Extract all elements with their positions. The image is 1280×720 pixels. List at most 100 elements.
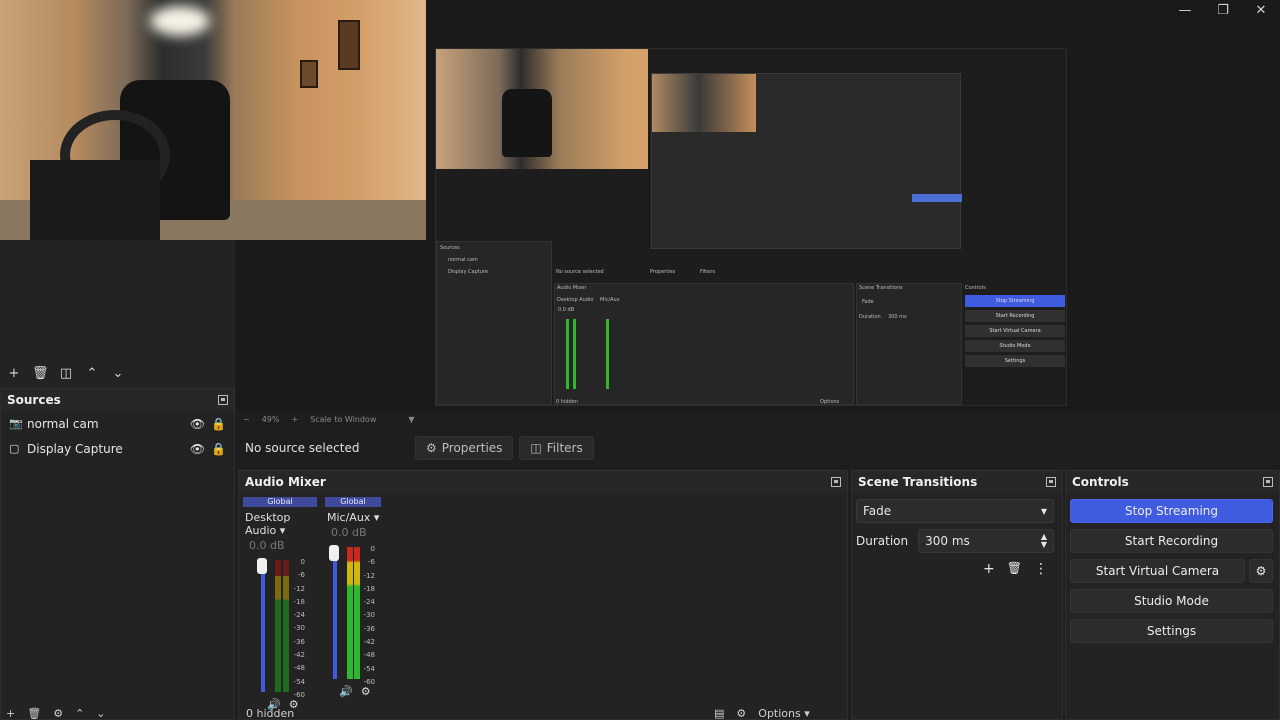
zoom-out-button[interactable]: −: [243, 415, 250, 424]
duration-label: Duration: [856, 534, 909, 548]
volume-fader-handle[interactable]: [329, 545, 339, 561]
volume-fader[interactable]: [333, 547, 337, 679]
zoom-in-button[interactable]: +: [291, 415, 298, 424]
mixer-footer: 0 hidden: [246, 706, 294, 720]
source-label: Display Capture: [27, 441, 123, 456]
more-icon[interactable]: ⋮: [1034, 561, 1048, 577]
add-icon[interactable]: +: [983, 561, 995, 577]
volume-fader-handle[interactable]: [257, 558, 267, 574]
filters-button[interactable]: ◫ Filters: [519, 436, 594, 460]
speaker-icon[interactable]: 🔊: [339, 685, 353, 698]
gear-icon: ⚙: [426, 441, 437, 455]
preview-area[interactable]: Sources normal cam Display Capture No so…: [0, 0, 1280, 410]
layout-icon[interactable]: ▤: [714, 707, 724, 720]
level-meter-right: [354, 547, 360, 679]
options-button[interactable]: Options ▾: [758, 707, 809, 720]
meter-scale: 0 -6 -12 -18 -24 -30 -36 -42 -48 -54 -60: [293, 558, 305, 699]
undock-icon[interactable]: [1263, 477, 1273, 487]
camera-icon: 📷: [9, 417, 23, 430]
scenes-toolbar: + 🗑 ◫ ⌃ ⌄: [0, 362, 235, 384]
studio-mode-button[interactable]: Studio Mode: [1070, 589, 1273, 613]
transition-select[interactable]: Fade ▾: [856, 499, 1054, 523]
nested-filters: Filters: [700, 269, 715, 275]
audio-mixer-dock: Audio Mixer Global Desktop Audio ▾ 0.0 d…: [238, 470, 848, 720]
restore-icon[interactable]: ❐: [1204, 0, 1242, 20]
nested-settings: Settings: [965, 355, 1065, 367]
nested-stop-streaming: Stop Streaming: [965, 295, 1065, 307]
trash-icon[interactable]: 🗑: [27, 707, 41, 720]
source-item-normal-cam[interactable]: 📷 normal cam 👁 🔒: [1, 411, 234, 436]
undock-icon[interactable]: [1046, 477, 1056, 487]
window-controls: — ❐ ✕: [1166, 0, 1280, 20]
mixer-channel-mic-aux: Global Mic/Aux ▾ 0.0 dB 0 -6 -12 -18 -24 -30-…: [325, 497, 381, 698]
nested-mixer-title: Audio Mixer: [557, 285, 587, 291]
close-icon[interactable]: ✕: [1242, 0, 1280, 20]
start-recording-button[interactable]: Start Recording: [1070, 529, 1273, 553]
duration-value: 300 ms: [925, 534, 970, 548]
properties-label: Properties: [441, 441, 503, 455]
source-item-display-capture[interactable]: ▢ Display Capture 👁 🔒: [1, 436, 234, 461]
stop-streaming-button[interactable]: Stop Streaming: [1070, 499, 1273, 523]
channel-db: 0.0 dB: [331, 526, 367, 539]
advanced-audio-icon[interactable]: ⚙: [736, 707, 746, 720]
eye-icon[interactable]: 👁: [190, 442, 205, 456]
channel-name[interactable]: Desktop Audio ▾: [243, 507, 317, 537]
nested-inner-capture: [651, 73, 962, 249]
camera-feed-preview: [0, 0, 426, 240]
sources-dock: Sources 📷 normal cam 👁 🔒 ▢ Display Captu…: [0, 388, 235, 720]
scale-mode-select[interactable]: Scale to Window: [310, 415, 376, 424]
chevron-down-icon: ▾: [279, 524, 286, 537]
move-up-icon[interactable]: ⌃: [84, 366, 100, 381]
source-label: normal cam: [27, 416, 99, 431]
properties-button[interactable]: ⚙ Properties: [415, 436, 514, 460]
filter-icon: ◫: [530, 441, 542, 455]
no-source-label: No source selected: [245, 441, 360, 455]
filter-icon[interactable]: ◫: [58, 366, 74, 381]
nested-hidden: 0 hidden: [556, 399, 578, 405]
scene-transitions-dock: Scene Transitions Fade ▾ Duration 300 ms…: [851, 470, 1063, 720]
move-down-icon[interactable]: ⌄: [110, 366, 126, 381]
source-toolbar: No source selected ⚙ Properties ◫ Filter…: [235, 432, 1280, 464]
virtual-camera-settings-icon[interactable]: ⚙: [1249, 559, 1273, 583]
nested-fade: Fade: [862, 299, 874, 305]
lock-icon[interactable]: 🔒: [211, 417, 226, 431]
nested-options: Options: [820, 399, 840, 405]
gear-icon[interactable]: ⚙: [53, 707, 63, 720]
minimize-icon[interactable]: —: [1166, 0, 1204, 20]
audio-mixer-title: Audio Mixer: [245, 475, 326, 489]
sources-toolbar: + 🗑 ⚙ ⌃ ⌄: [6, 706, 106, 720]
scene-transitions-title: Scene Transitions: [858, 475, 978, 489]
trash-icon[interactable]: 🗑: [1007, 561, 1022, 577]
duration-input[interactable]: 300 ms ▲ ▼: [918, 529, 1054, 553]
hidden-count: 0 hidden: [246, 706, 295, 720]
meter-scale: 0 -6 -12 -18 -24 -30 -36 -42 -48 -54 -60: [363, 545, 375, 686]
controls-dock: Controls Stop Streaming Start Recording …: [1065, 470, 1280, 720]
add-icon[interactable]: +: [6, 707, 15, 720]
move-up-icon[interactable]: ⌃: [75, 707, 84, 720]
nested-ch2: Mic/Aux: [600, 297, 620, 303]
controls-title: Controls: [1072, 475, 1129, 489]
global-tag: Global: [325, 497, 381, 507]
undock-icon[interactable]: [218, 395, 228, 405]
volume-fader[interactable]: [261, 560, 265, 692]
trash-icon[interactable]: 🗑: [32, 366, 49, 381]
nested-source-display-capture: Display Capture: [448, 269, 488, 275]
undock-icon[interactable]: [831, 477, 841, 487]
move-down-icon[interactable]: ⌄: [96, 707, 105, 720]
start-virtual-camera-button[interactable]: Start Virtual Camera: [1070, 559, 1245, 583]
add-icon[interactable]: +: [6, 366, 22, 381]
channel-db: 0.0 dB: [249, 539, 285, 552]
nested-start-virtual-camera: Start Virtual Camera: [965, 325, 1065, 337]
chevron-down-icon: ▾: [373, 511, 380, 524]
channel-name[interactable]: Mic/Aux ▾: [325, 507, 381, 524]
settings-button[interactable]: Settings: [1070, 619, 1273, 643]
mixer-channel-desktop-audio: Global Desktop Audio ▾ 0.0 dB 0 -6 -12 -18-…: [243, 497, 317, 711]
monitor-icon: ▢: [9, 442, 20, 455]
zoom-value: 49%: [261, 414, 280, 424]
stepper-icon[interactable]: ▲ ▼: [1041, 533, 1047, 549]
nested-duration-value: 300 ms: [888, 314, 907, 320]
nested-duration: Duration: [859, 314, 881, 320]
lock-icon[interactable]: 🔒: [211, 442, 226, 456]
chevron-down-icon[interactable]: ▼: [408, 415, 414, 424]
eye-icon[interactable]: 👁: [190, 417, 205, 431]
